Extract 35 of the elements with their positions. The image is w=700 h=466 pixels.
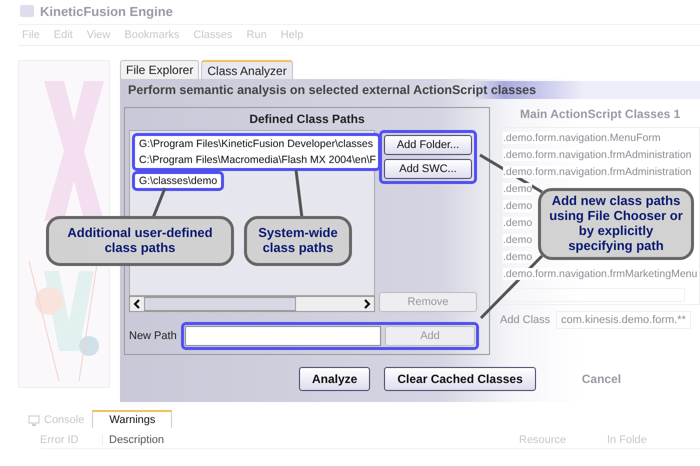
button[interactable]: Add Folder... xyxy=(384,135,472,155)
tab[interactable]: Warnings xyxy=(92,410,172,428)
section-title: Main ActionScript Classes 1 xyxy=(519,107,682,121)
list-item[interactable]: .demo.form.navigation.MenuForm xyxy=(503,132,661,144)
section-title: Defined Class Paths xyxy=(248,112,366,126)
list-item[interactable]: .demo.form.navigation.frmAdministration xyxy=(503,149,692,161)
field-label: Add Class xyxy=(500,314,550,326)
leader-line xyxy=(152,187,166,219)
list-item[interactable]: .demo.form.navigation.frmAdministration xyxy=(503,166,692,178)
list-item[interactable]: .demo xyxy=(503,251,532,263)
list-item[interactable]: .demo xyxy=(503,183,532,195)
button[interactable]: Clear Cached Classes xyxy=(384,367,536,391)
scrollbar[interactable] xyxy=(129,296,375,312)
list-item[interactable]: .demo xyxy=(503,234,532,246)
app-icon xyxy=(20,5,34,17)
callout: Add new class paths using File Chooser or by explicitly specifying path xyxy=(538,188,694,260)
callout: System-wide class paths xyxy=(244,216,352,266)
callout: Additional user-defined class paths xyxy=(46,216,234,266)
field-label: New Path xyxy=(129,330,178,342)
tab[interactable]: File Explorer xyxy=(120,60,200,79)
input-field[interactable]: com.kinesis.demo.form.** xyxy=(556,311,691,329)
leader-line xyxy=(294,170,304,218)
list-item[interactable]: C:\Program Files\Macromedia\Flash MX 2004\en\F xyxy=(135,152,378,168)
button[interactable]: Analyze xyxy=(299,367,370,391)
list-item[interactable]: G:\classes\demo xyxy=(135,174,222,188)
window-title: KineticFusion Engine xyxy=(40,4,173,18)
list-item[interactable]: .demo.form.navigation.frmMarketingMenu xyxy=(503,268,698,280)
list-item[interactable]: .demo xyxy=(503,200,532,212)
button[interactable]: Add SWC... xyxy=(384,159,472,179)
tab[interactable]: Class Analyzer xyxy=(201,60,293,79)
list-item[interactable]: G:\Program Files\KineticFusion Developer\classes xyxy=(135,136,378,152)
monitor-icon xyxy=(28,414,40,426)
input-field[interactable] xyxy=(185,326,381,346)
column-header[interactable]: Description xyxy=(103,434,519,446)
list-item[interactable]: .demo xyxy=(503,217,532,229)
